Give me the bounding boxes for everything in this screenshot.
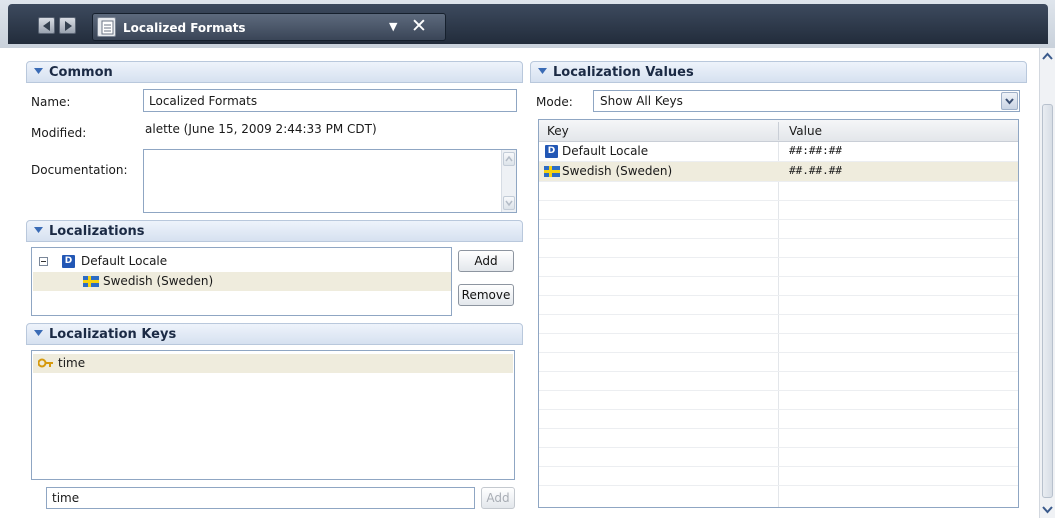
documentation-area — [143, 149, 517, 213]
default-locale-icon: D — [62, 255, 75, 268]
grid-line — [539, 219, 1018, 220]
keys-section-header[interactable]: Localization Keys — [26, 323, 523, 345]
keys-section-title: Localization Keys — [49, 327, 177, 342]
grid-line — [539, 447, 1018, 448]
scroll-down-icon[interactable] — [1042, 504, 1053, 514]
values-section-title: Localization Values — [553, 65, 694, 80]
collapse-triangle-icon — [538, 68, 547, 74]
documentation-field[interactable] — [143, 149, 517, 213]
page-scrollbar[interactable] — [1039, 48, 1055, 518]
name-label: Name: — [31, 95, 71, 109]
close-icon[interactable]: ✕ — [411, 15, 427, 37]
common-section-title: Common — [49, 65, 113, 80]
mode-select[interactable]: Show All Keys — [593, 90, 1020, 112]
forward-arrow-icon — [65, 21, 72, 31]
key-icon — [38, 358, 53, 368]
localizations-tree[interactable]: D Default Locale Swedish (Sweden) — [31, 247, 452, 316]
table-cell-key: Swedish (Sweden) — [562, 164, 673, 178]
table-row[interactable]: Swedish (Sweden) ##.##.## — [539, 162, 1018, 181]
grid-line — [539, 314, 1018, 315]
grid-line — [539, 390, 1018, 391]
localizations-section-title: Localizations — [49, 224, 145, 239]
tree-item-default-locale[interactable]: Default Locale — [81, 254, 167, 268]
scroll-up-icon[interactable] — [503, 152, 515, 166]
column-divider — [778, 122, 779, 140]
mode-label: Mode: — [536, 95, 573, 109]
modified-label: Modified: — [31, 126, 87, 140]
column-header-key[interactable]: Key — [547, 124, 569, 138]
list-selection-highlight — [33, 354, 513, 373]
grid-line — [539, 409, 1018, 410]
values-table[interactable]: Key Value D Default Locale ##:##:## Swed… — [538, 119, 1019, 508]
document-icon — [97, 17, 116, 37]
keys-list[interactable]: time — [31, 350, 515, 480]
table-row[interactable]: D Default Locale ##:##:## — [539, 143, 1018, 161]
column-separator — [778, 142, 779, 507]
default-locale-icon: D — [545, 145, 558, 158]
collapse-toggle-icon[interactable] — [39, 257, 48, 266]
add-locale-button[interactable]: Add — [458, 250, 514, 272]
localizations-section-header[interactable]: Localizations — [26, 220, 523, 242]
tab-localized-formats[interactable]: Localized Formats ▼ ✕ — [92, 13, 446, 41]
back-arrow-icon — [43, 21, 50, 31]
column-header-value[interactable]: Value — [789, 124, 822, 138]
collapse-triangle-icon — [34, 68, 43, 74]
grid-line — [539, 371, 1018, 372]
name-field[interactable] — [143, 89, 517, 112]
collapse-triangle-icon — [34, 330, 43, 336]
tree-item-swedish-sweden[interactable]: Swedish (Sweden) — [103, 274, 213, 288]
grid-line — [539, 333, 1018, 334]
scroll-down-icon[interactable] — [503, 196, 515, 210]
grid-line — [539, 485, 1018, 486]
grid-line — [539, 200, 1018, 201]
grid-line — [539, 238, 1018, 239]
documentation-label: Documentation: — [31, 163, 128, 177]
swedish-flag-icon — [544, 166, 560, 177]
new-key-input[interactable] — [46, 487, 475, 509]
grid-line — [539, 295, 1018, 296]
dropdown-icon[interactable] — [1001, 92, 1018, 110]
table-cell-value[interactable]: ##:##:## — [789, 144, 842, 157]
table-cell-value[interactable]: ##.##.## — [789, 164, 842, 177]
common-section-header[interactable]: Common — [26, 61, 523, 83]
table-header: Key Value — [539, 120, 1018, 142]
grid-line — [539, 466, 1018, 467]
grid-line — [539, 181, 1018, 182]
back-button[interactable] — [38, 17, 55, 34]
scroll-up-icon[interactable] — [1042, 52, 1053, 62]
documentation-scrollbar[interactable] — [501, 150, 516, 212]
list-item-time[interactable]: time — [58, 356, 85, 370]
scrollbar-thumb[interactable] — [1042, 104, 1053, 498]
grid-line — [539, 257, 1018, 258]
forward-button[interactable] — [59, 17, 76, 34]
grid-line — [539, 276, 1018, 277]
tab-title: Localized Formats — [123, 21, 246, 35]
remove-locale-button[interactable]: Remove — [458, 284, 514, 306]
add-key-button[interactable]: Add — [481, 487, 515, 509]
tab-menu-icon[interactable]: ▼ — [389, 20, 397, 33]
table-cell-key: Default Locale — [562, 144, 649, 158]
mode-select-value: Show All Keys — [600, 94, 683, 108]
grid-line — [539, 352, 1018, 353]
swedish-flag-icon — [83, 276, 99, 287]
collapse-triangle-icon — [34, 227, 43, 233]
editor-tab-strip: Localized Formats ▼ ✕ — [8, 4, 1048, 44]
editor-title-bar: Localized Formats ▼ ✕ — [0, 0, 1055, 48]
values-section-header[interactable]: Localization Values — [530, 61, 1027, 83]
grid-line — [539, 428, 1018, 429]
modified-value: alette (June 15, 2009 2:44:33 PM CDT) — [145, 122, 377, 136]
